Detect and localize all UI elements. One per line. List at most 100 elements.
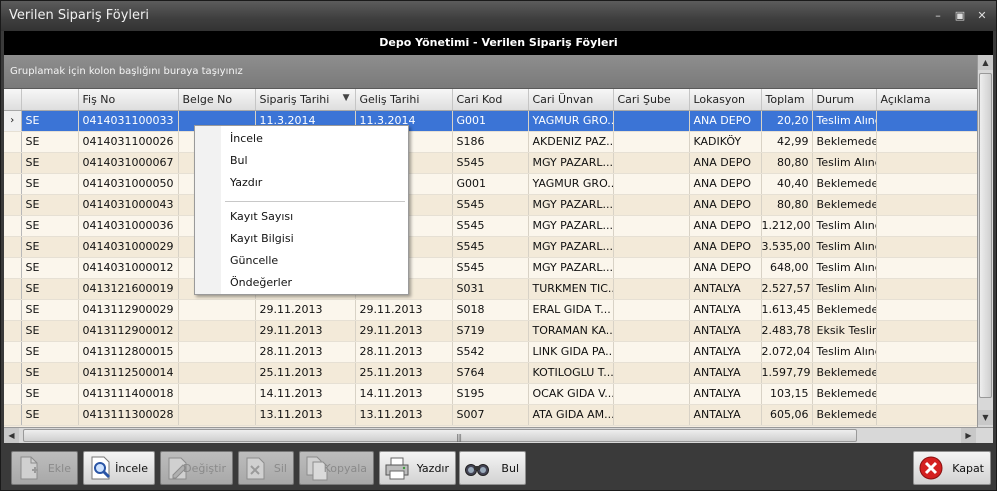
cell-toplam[interactable]: 2.483,78 [761,320,813,342]
column-header-type[interactable] [21,89,79,111]
cell-aciklama[interactable] [876,194,977,216]
cell-toplam[interactable]: 2.072,04 [761,341,813,363]
cell-aciklama[interactable] [876,131,977,153]
cell-aciklama[interactable] [876,320,977,342]
cell-toplam[interactable]: 40,40 [761,173,813,195]
cell-cari-kod[interactable]: S195 [452,383,529,405]
cell-cari-unvan[interactable]: KOTILOGLU T... [528,362,614,384]
cell-lokasyon[interactable]: KADIKÖY [689,131,762,153]
cell-row-type[interactable]: SE [21,131,79,153]
incele-button[interactable]: İncele [83,451,155,485]
cell-cari-sube[interactable] [613,236,690,258]
cell-cari-unvan[interactable]: MGY PAZARL... [528,215,614,237]
column-header-belge-no[interactable]: Belge No [178,89,256,111]
orders-grid[interactable]: Fiş No Belge No Sipariş Tarihi ▼ Geliş Ta… [4,89,977,427]
kapat-button[interactable]: Kapat [913,451,991,485]
cell-lokasyon[interactable]: ANTALYA [689,278,762,300]
cell-aciklama[interactable] [876,257,977,279]
cell-belge-no[interactable] [178,320,256,342]
cell-row-type[interactable]: SE [21,110,79,132]
cell-lokasyon[interactable]: ANTALYA [689,299,762,321]
cell-cari-unvan[interactable]: OCAK GIDA V... [528,383,614,405]
menu-item-kayit-sayisi[interactable]: Kayıt Sayısı [230,210,293,223]
table-row[interactable]: › SE 0414031100033 11.3.2014 11.3.2014 G001 YA… [4,110,977,132]
cell-gelis-tarihi[interactable]: 25.11.2013 [355,362,453,384]
column-header-lokasyon[interactable]: Lokasyon [689,89,762,111]
cell-cari-kod[interactable]: S018 [452,299,529,321]
row-indicator[interactable] [4,383,22,405]
cell-fis-no[interactable]: 0414031000012 [78,257,179,279]
menu-item-guncelle[interactable]: Güncelle [230,254,278,267]
cell-fis-no[interactable]: 0414031100033 [78,110,179,132]
cell-cari-sube[interactable] [613,110,690,132]
cell-cari-kod[interactable]: S764 [452,362,529,384]
row-indicator[interactable] [4,215,22,237]
table-row[interactable]: SE 0413112800015 28.11.2013 28.11.2013 S542 L… [4,341,977,363]
cell-aciklama[interactable] [876,299,977,321]
column-header-fis-no[interactable]: Fiş No [78,89,179,111]
cell-toplam[interactable]: 648,00 [761,257,813,279]
vertical-scroll-thumb[interactable] [979,73,992,398]
cell-lokasyon[interactable]: ANTALYA [689,404,762,426]
column-header-durum[interactable]: Durum [812,89,877,111]
cell-cari-unvan[interactable]: TORAMAN KA... [528,320,614,342]
cell-row-type[interactable]: SE [21,383,79,405]
table-row[interactable]: SE 0413111400018 14.11.2013 14.11.2013 S195 O… [4,383,977,405]
cell-gelis-tarihi[interactable]: 29.11.2013 [355,320,453,342]
row-indicator[interactable] [4,131,22,153]
menu-item-kayit-bilgisi[interactable]: Kayıt Bilgisi [230,232,294,245]
cell-belge-no[interactable] [178,299,256,321]
cell-aciklama[interactable] [876,236,977,258]
cell-cari-kod[interactable]: S545 [452,257,529,279]
cell-row-type[interactable]: SE [21,341,79,363]
cell-aciklama[interactable] [876,362,977,384]
column-header-aciklama[interactable]: Açıklama [876,89,977,111]
row-indicator[interactable] [4,278,22,300]
row-indicator[interactable] [4,194,22,216]
column-header-toplam[interactable]: Toplam [761,89,813,111]
cell-fis-no[interactable]: 0413111300028 [78,404,179,426]
cell-toplam[interactable]: 2.527,57 [761,278,813,300]
cell-aciklama[interactable] [876,383,977,405]
cell-durum[interactable]: Teslim Alındı [812,215,877,237]
column-header-cari-unvan[interactable]: Cari Ünvan [528,89,614,111]
cell-cari-sube[interactable] [613,341,690,363]
cell-durum[interactable]: Teslim Alındı [812,278,877,300]
table-row[interactable]: SE 0414031000012 S545 MGY PAZARL... ANA DEPO… [4,257,977,279]
cell-row-type[interactable]: SE [21,194,79,216]
cell-fis-no[interactable]: 0414031000067 [78,152,179,174]
row-indicator[interactable] [4,404,22,426]
cell-siparis-tarihi[interactable]: 14.11.2013 [255,383,356,405]
cell-durum[interactable]: Beklemede [812,194,877,216]
cell-cari-unvan[interactable]: MGY PAZARL... [528,152,614,174]
cell-durum[interactable]: Teslim Alındı [812,152,877,174]
cell-fis-no[interactable]: 0413112900029 [78,299,179,321]
table-row[interactable]: SE 0414031000029 S545 MGY PAZARL... ANA DEPO… [4,236,977,258]
cell-cari-unvan[interactable]: AKDENIZ PAZ... [528,131,614,153]
table-row[interactable]: SE 0414031000067 S545 MGY PAZARL... ANA DEPO… [4,152,977,174]
cell-cari-unvan[interactable]: YAGMUR GRO... [528,173,614,195]
cell-cari-unvan[interactable]: ATA GIDA AM... [528,404,614,426]
cell-cari-sube[interactable] [613,299,690,321]
cell-aciklama[interactable] [876,404,977,426]
cell-gelis-tarihi[interactable]: 29.11.2013 [355,299,453,321]
table-row[interactable]: SE04131216000193S031TURKMEN TIC...ANTALY… [4,278,977,300]
row-indicator[interactable] [4,236,22,258]
group-by-panel[interactable]: Gruplamak için kolon başlığını buraya ta… [4,55,977,89]
cell-cari-kod[interactable]: G001 [452,173,529,195]
cell-cari-sube[interactable] [613,257,690,279]
sil-button[interactable]: Sil [238,451,294,485]
cell-toplam[interactable]: 80,80 [761,194,813,216]
cell-durum[interactable]: Teslim Alındı [812,341,877,363]
cell-cari-unvan[interactable]: MGY PAZARL... [528,236,614,258]
cell-toplam[interactable]: 605,06 [761,404,813,426]
maximize-button[interactable]: ▣ [953,9,967,23]
yazdir-button[interactable]: Yazdır [379,451,456,485]
cell-siparis-tarihi[interactable]: 28.11.2013 [255,341,356,363]
cell-row-type[interactable]: SE [21,257,79,279]
column-header-siparis-tarihi[interactable]: Sipariş Tarihi ▼ [255,89,356,111]
cell-aciklama[interactable] [876,173,977,195]
column-header-cari-kod[interactable]: Cari Kod [452,89,529,111]
cell-siparis-tarihi[interactable]: 29.11.2013 [255,320,356,342]
row-indicator[interactable] [4,362,22,384]
